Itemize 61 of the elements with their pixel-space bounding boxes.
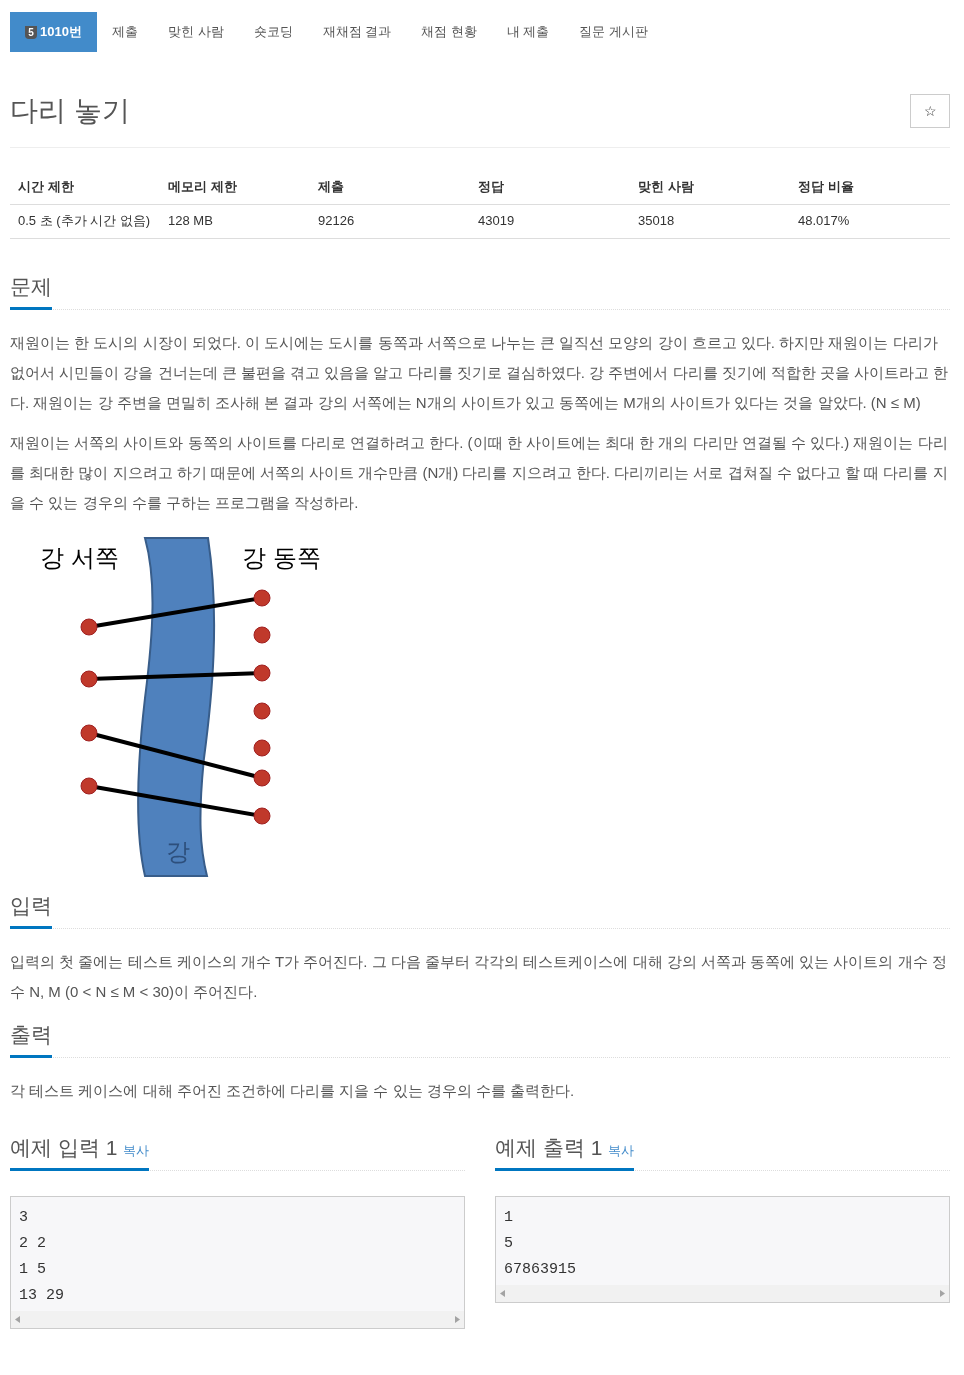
column-header: 맞힌 사람	[630, 170, 790, 204]
copy-link[interactable]: 복사	[608, 1140, 635, 1160]
site-dot	[253, 739, 271, 756]
table-cell: 128 MB	[160, 204, 310, 238]
river-label: 강	[166, 837, 190, 865]
column-header: 정답 비율	[790, 170, 950, 204]
column-header: 메모리 제한	[160, 170, 310, 204]
section-heading: 예제 출력 1	[495, 1134, 603, 1161]
code-line: 2 2	[19, 1233, 47, 1254]
scrollbar[interactable]	[496, 1284, 949, 1302]
site-dot	[80, 724, 98, 741]
table-cell: 0.5 초 (추가 시간 없음)	[10, 204, 160, 238]
column-header: 정답	[470, 170, 630, 204]
site-dot	[253, 626, 271, 643]
code-line: 13 29	[19, 1285, 65, 1306]
nav-tab[interactable]: 채점 현황	[406, 12, 492, 52]
table-cell: 92126	[310, 204, 470, 238]
table-cell: 43019	[470, 204, 630, 238]
site-dot	[253, 589, 271, 606]
code-line: 1	[504, 1207, 514, 1228]
nav-tab[interactable]: 맞힌 사람	[152, 12, 239, 52]
code-line: 1 5	[19, 1259, 47, 1280]
scroll-left-icon[interactable]	[500, 1289, 505, 1297]
site-dot	[253, 702, 271, 719]
section-heading: 입력	[10, 892, 52, 919]
scrollbar[interactable]	[11, 1310, 464, 1328]
section-heading: 출력	[10, 1021, 52, 1048]
site-dot	[253, 769, 271, 786]
section-heading: 예제 입력 1	[10, 1134, 118, 1161]
star-button[interactable]: ☆	[910, 94, 950, 128]
site-dot	[80, 618, 98, 635]
code-line: 3	[19, 1207, 29, 1228]
scroll-right-icon[interactable]	[940, 1289, 945, 1297]
site-dot	[253, 664, 271, 681]
column-header: 시간 제한	[10, 170, 160, 204]
nav-tab[interactable]: 5 1010번	[10, 12, 97, 52]
nav-tab[interactable]: 재채점 결과	[307, 12, 407, 52]
problem-title: 다리 놓기	[10, 94, 130, 128]
copy-link[interactable]: 복사	[123, 1140, 150, 1160]
site-dot	[80, 670, 98, 687]
column-header: 제출	[310, 170, 470, 204]
nav-tab[interactable]: 내 제출	[491, 12, 565, 52]
paragraph: 재원이는 서쪽의 사이트와 동쪽의 사이트를 다리로 연결하려고 한다. (이때 한 사이트에는 최대 한 개의 다리만 연결될 수 있다.) 재원이는 다리를 최대한 많이 지으려고 하기 때문에 서쪽의 사이트 개수만큼 (N개) 다리를 지으려고 한다. 다리끼리는 서로 겹쳐질 수 없다고 할 때 다리를 지을 수 있는 경우의 수를 구하는 프로그램을 작성하라.	[10, 432, 949, 513]
section-heading: 문제	[10, 273, 52, 300]
east-label: 강 동쪽	[242, 543, 321, 571]
code-line: 5	[504, 1233, 514, 1254]
table-cell: 35018	[630, 204, 790, 238]
site-dot	[80, 777, 98, 794]
nav-tab[interactable]: 질문 게시판	[564, 12, 664, 52]
nav-tab[interactable]: 제출	[96, 12, 153, 52]
code-line: 67863915	[504, 1259, 577, 1280]
west-label: 강 서쪽	[40, 543, 119, 571]
table-cell: 48.017%	[790, 204, 950, 238]
nav-tab[interactable]: 숏코딩	[238, 12, 308, 52]
paragraph: 입력의 첫 줄에는 테스트 케이스의 개수 T가 주어진다. 그 다음 줄부터 각각의 테스트케이스에 대해 강의 서쪽과 동쪽에 있는 사이트의 개수 정수 N, M (0 < N ≤ M < 30)이 주어진다.	[10, 951, 948, 1002]
site-dot	[253, 807, 271, 824]
level-badge: 5	[25, 25, 37, 39]
scroll-left-icon[interactable]	[15, 1315, 20, 1323]
paragraph: 각 테스트 케이스에 대해 주어진 조건하에 다리를 지을 수 있는 경우의 수를 출력한다.	[10, 1080, 576, 1101]
paragraph: 재원이는 한 도시의 시장이 되었다. 이 도시에는 도시를 동쪽과 서쪽으로 나누는 큰 일직선 모양의 강이 흐르고 있다. 하지만 재원이는 다리가 없어서 시민들이 강을 건너는데 큰 불편을 겪고 있음을 알고 다리를 짓기로 결심하였다. 강 주변에서 다리를 짓기에 적합한 곳을 사이트라고 한다. 재원이는 강 주변을 면밀히 조사해 본 결과 강의 서쪽에는 N개의 사이트가 있고 동쪽에는 M개의 사이트가 있다는 것을 알았다. (N ≤ M)	[10, 332, 950, 413]
scroll-right-icon[interactable]	[455, 1315, 460, 1323]
